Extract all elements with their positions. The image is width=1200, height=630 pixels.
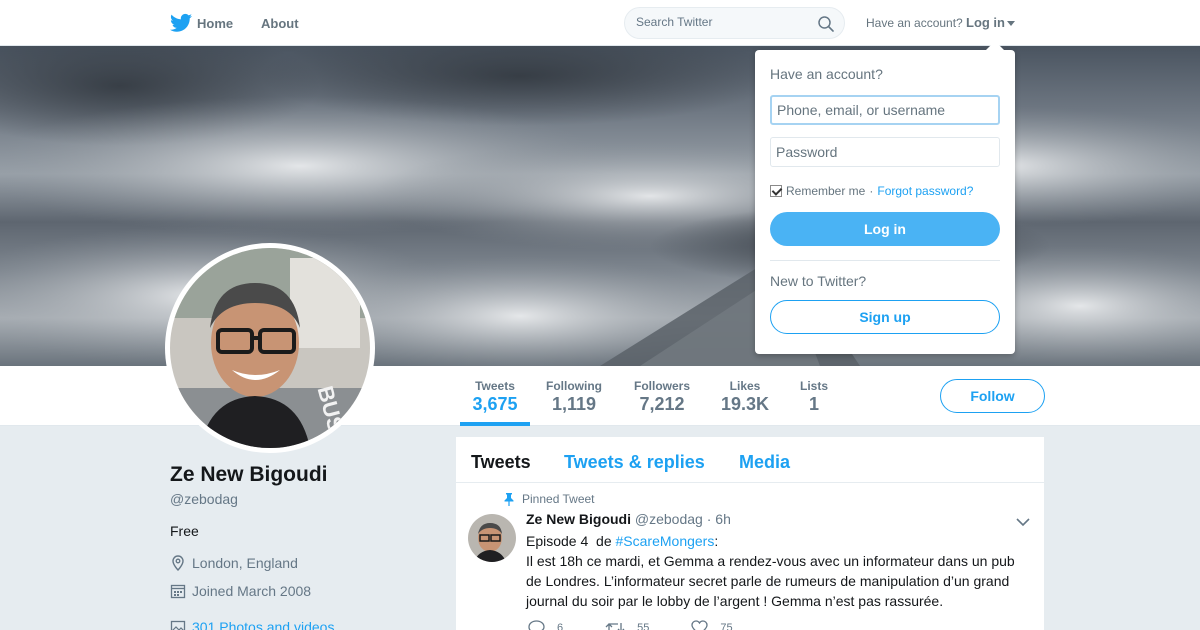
- tweet-hashtag-link[interactable]: #ScareMongers: [616, 533, 715, 549]
- stat-value: 1,119: [551, 394, 597, 414]
- stat-label: Likes: [729, 379, 761, 393]
- tweet-avatar-photo: [468, 514, 516, 562]
- tweet-author-handle[interactable]: @zebodag: [635, 511, 703, 527]
- remember-separator: ·: [869, 184, 874, 198]
- like-action[interactable]: 75: [691, 620, 733, 630]
- tweet-avatar[interactable]: [468, 514, 516, 562]
- stat-label: Tweets: [475, 379, 515, 393]
- photos-videos-link[interactable]: 301 Photos and videos: [170, 619, 334, 630]
- login-dropdown: Have an account? Remember me · Forgot pa…: [755, 41, 1015, 354]
- photos-link-text[interactable]: 301 Photos and videos: [192, 619, 334, 630]
- stat-value: 19.3K: [720, 394, 770, 414]
- heart-icon[interactable]: [691, 620, 709, 630]
- divider: [770, 260, 1000, 261]
- top-nav: Home About Have an account? Log in: [0, 0, 1200, 46]
- tab-media[interactable]: Media: [739, 452, 790, 473]
- nav-home-link[interactable]: Home: [197, 16, 233, 31]
- search-input[interactable]: [636, 15, 816, 29]
- stat-likes[interactable]: Likes 19.3K: [715, 366, 775, 426]
- pinned-label: Pinned Tweet: [504, 492, 595, 506]
- stat-followers[interactable]: Followers 7,212: [628, 366, 696, 426]
- joined-text: Joined March 2008: [192, 583, 312, 599]
- pin-icon: [504, 492, 514, 506]
- tweet-actions: 6 55 75: [528, 620, 775, 630]
- avatar-photo: BUS: [170, 248, 370, 448]
- account-prompt: Have an account?: [866, 16, 963, 30]
- tweet-meta-separator: ·: [706, 511, 712, 527]
- login-button[interactable]: Log in: [770, 212, 1000, 246]
- timeline: Tweets Tweets & replies Media Pinned Twe…: [456, 437, 1044, 630]
- remember-checkbox[interactable]: [770, 185, 782, 197]
- search-box: [624, 7, 845, 39]
- stat-label: Following: [546, 379, 602, 393]
- remember-row: Remember me · Forgot password?: [770, 184, 973, 198]
- stat-value: 3,675: [472, 394, 518, 414]
- tweet-header: Ze New Bigoudi @zebodag · 6h: [526, 511, 731, 527]
- search-icon[interactable]: [818, 16, 834, 32]
- reply-action[interactable]: 6: [528, 620, 563, 630]
- pinned-tweet[interactable]: Pinned Tweet Ze New Bigoudi @zebodag · 6…: [456, 483, 1044, 630]
- retweet-icon[interactable]: [605, 621, 625, 630]
- retweet-action[interactable]: 55: [605, 620, 649, 630]
- profile-handle[interactable]: @zebodag: [170, 491, 238, 507]
- tab-tweets-replies[interactable]: Tweets & replies: [564, 452, 705, 473]
- login-toggle-label[interactable]: Log in: [966, 15, 1005, 30]
- remember-label[interactable]: Remember me: [786, 184, 865, 198]
- profile-location: London, England: [170, 555, 298, 571]
- profile-bio: Free: [170, 523, 199, 539]
- stat-value: 1: [808, 394, 819, 414]
- chevron-down-icon[interactable]: [1016, 517, 1030, 527]
- tweet-text: Episode 4 de #ScareMongers: Il est 18h c…: [526, 531, 1026, 611]
- stat-following[interactable]: Following 1,119: [540, 366, 608, 426]
- tab-tweets[interactable]: Tweets: [471, 452, 531, 473]
- tweet-text-suffix: :: [714, 533, 719, 549]
- caret-down-icon[interactable]: [1007, 21, 1015, 27]
- dropdown-title: Have an account?: [770, 66, 883, 82]
- tweet-author-name[interactable]: Ze New Bigoudi: [526, 511, 631, 527]
- password-field[interactable]: [770, 137, 1000, 167]
- tweet-text-line1: Episode 4 de #ScareMongers:: [526, 531, 1026, 551]
- signup-button[interactable]: Sign up: [770, 300, 1000, 334]
- forgot-password-link[interactable]: Forgot password?: [877, 184, 973, 198]
- stat-label: Followers: [633, 379, 690, 393]
- location-text: London, England: [192, 555, 298, 571]
- like-count: 75: [720, 621, 733, 630]
- follow-button[interactable]: Follow: [940, 379, 1045, 413]
- tweet-timestamp[interactable]: 6h: [715, 511, 731, 527]
- location-pin-icon: [172, 555, 184, 571]
- stat-tweets[interactable]: Tweets 3,675: [460, 366, 530, 426]
- tweet-text-prefix: Episode 4 de: [526, 533, 616, 549]
- reply-count: 6: [557, 621, 564, 630]
- nav-about-link[interactable]: About: [261, 16, 299, 31]
- pinned-label-text: Pinned Tweet: [522, 492, 595, 506]
- retweet-count: 55: [637, 621, 650, 630]
- stat-lists[interactable]: Lists 1: [794, 366, 834, 426]
- reply-icon[interactable]: [528, 620, 545, 630]
- timeline-tabs: Tweets Tweets & replies Media: [456, 437, 1044, 483]
- username-field[interactable]: [770, 95, 1000, 125]
- twitter-bird-icon[interactable]: [170, 13, 192, 33]
- profile-avatar[interactable]: BUS: [165, 243, 375, 453]
- stat-value: 7,212: [639, 394, 685, 414]
- login-menu-toggle[interactable]: Log in: [966, 15, 1015, 30]
- dropdown-arrow: [986, 41, 1004, 50]
- calendar-icon: [170, 584, 186, 599]
- profile-joined: Joined March 2008: [170, 583, 311, 599]
- stat-label: Lists: [799, 379, 828, 393]
- profile-name[interactable]: Ze New Bigoudi: [170, 463, 328, 487]
- photo-icon: [170, 620, 186, 630]
- tweet-text-body: Il est 18h ce mardi, et Gemma a rendez-v…: [526, 553, 1015, 609]
- new-to-twitter-prompt: New to Twitter?: [770, 273, 867, 289]
